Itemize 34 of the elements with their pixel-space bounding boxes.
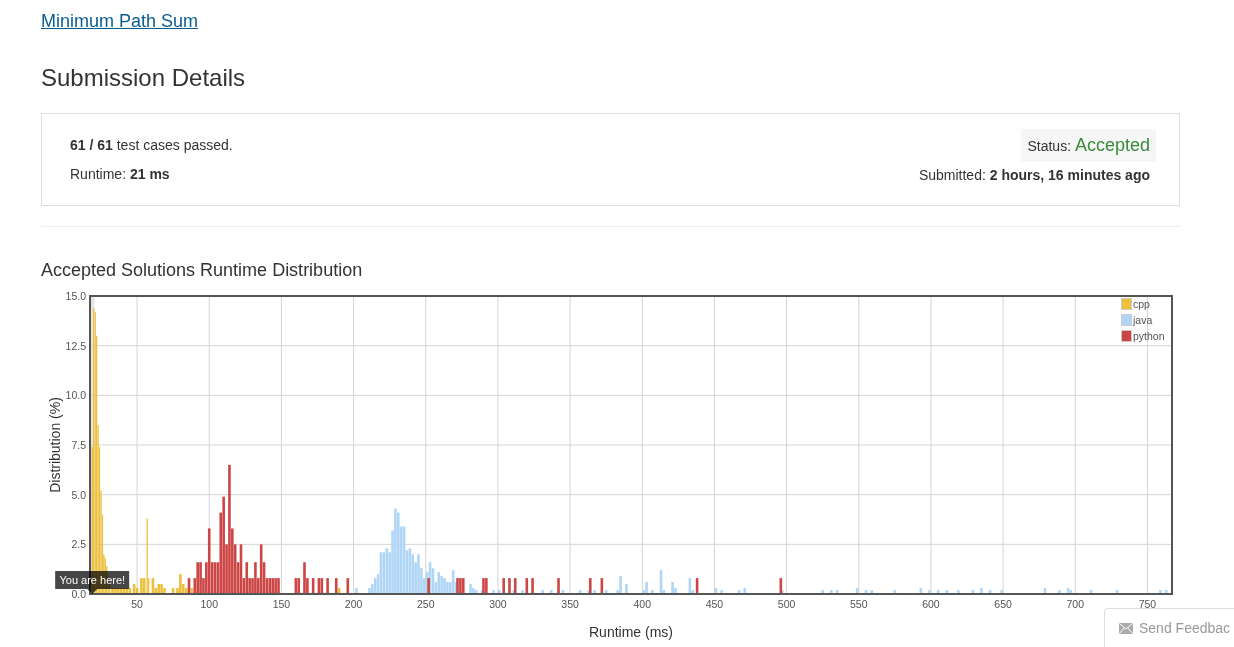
status-value: Accepted bbox=[1074, 135, 1150, 155]
x-tick-label: 700 bbox=[1066, 598, 1085, 610]
x-tick-label: 650 bbox=[994, 598, 1012, 610]
x-tick-label: 200 bbox=[344, 598, 363, 610]
y-tick-label: 10.0 bbox=[65, 389, 86, 402]
y-tick-label: 12.5 bbox=[65, 339, 86, 352]
x-tick-label: 750 bbox=[1138, 598, 1157, 610]
legend-label: cpp bbox=[1133, 298, 1150, 310]
x-tick-label: 400 bbox=[633, 598, 651, 610]
submitted-text: Submitted: 2 hours, 16 minutes ago bbox=[918, 166, 1150, 185]
y-tick-label: 2.5 bbox=[71, 538, 86, 551]
x-axis-title: Runtime (ms) bbox=[589, 624, 673, 640]
y-axis-title: Distribution (%) bbox=[47, 397, 63, 493]
y-tick-label: 5.0 bbox=[71, 488, 86, 501]
page-heading: Submission Details bbox=[41, 63, 246, 93]
x-tick-label: 450 bbox=[705, 598, 724, 610]
y-tick-label: 15.0 bbox=[65, 290, 86, 302]
legend-label: java bbox=[1133, 314, 1153, 326]
runtime-text: Runtime: 21 ms bbox=[70, 165, 171, 184]
y-tick-label: 0.0 bbox=[71, 588, 86, 600]
y-tick-label: 7.5 bbox=[71, 439, 86, 451]
legend-label: python bbox=[1133, 330, 1165, 342]
x-tick-label: 100 bbox=[200, 598, 218, 610]
section-heading: Accepted Solutions Runtime Distribution bbox=[41, 259, 363, 282]
test-cases-text: 61 / 61 test cases passed. bbox=[70, 136, 233, 155]
x-tick-label: 150 bbox=[272, 598, 291, 610]
x-tick-label: 300 bbox=[489, 598, 507, 610]
x-tick-label: 350 bbox=[561, 598, 579, 610]
x-tick-label: 600 bbox=[922, 598, 940, 610]
x-tick-label: 50 bbox=[131, 598, 143, 610]
x-tick-label: 550 bbox=[850, 598, 868, 610]
x-tick-label: 500 bbox=[777, 598, 796, 610]
x-tick-label: 250 bbox=[417, 598, 435, 610]
status-label: Status: bbox=[1027, 138, 1072, 154]
